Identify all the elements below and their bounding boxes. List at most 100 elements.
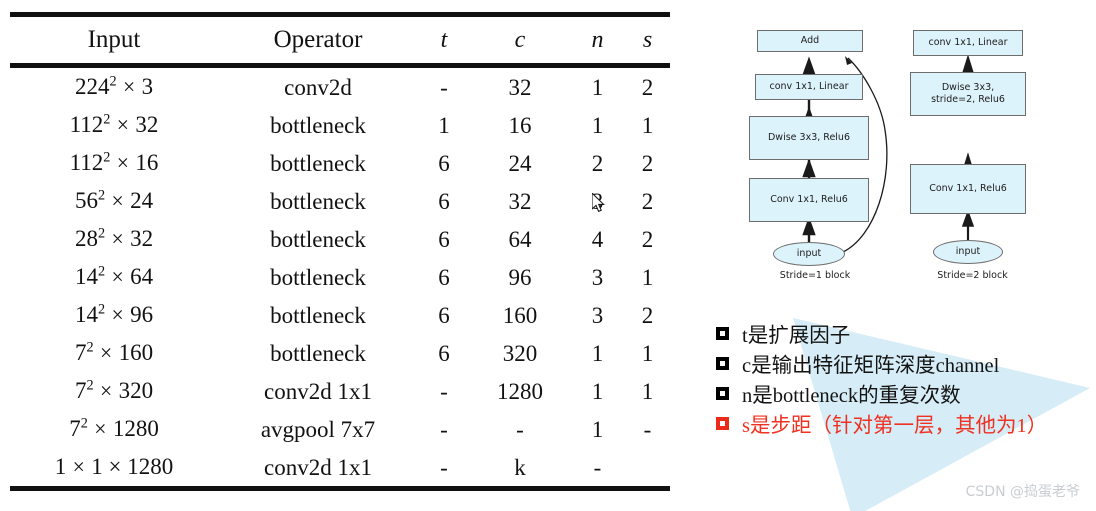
cell-c: 32 [508, 74, 532, 100]
stride1-node-dwise3x3-relu6[interactable]: Dwise 3x3, Relu6 [749, 116, 869, 160]
cell-t: 6 [438, 302, 450, 328]
table-row: 282 × 32 bottleneck 6 64 4 2 [10, 220, 670, 258]
stride2-node-conv1x1-linear[interactable]: conv 1x1, Linear [913, 30, 1023, 56]
cell-input: 72 × 160 [74, 339, 154, 365]
legend-note-item: s是步距（针对第一层，其他为1） [716, 408, 1047, 438]
cell-t: - [440, 74, 448, 100]
stride1-node-input[interactable]: input [773, 242, 845, 266]
cell-operator: conv2d 1x1 [264, 378, 372, 404]
cell-s: 1 [641, 264, 654, 290]
cell-n: 1 [591, 112, 604, 138]
legend-note-text: s是步距（针对第一层，其他为1） [742, 415, 1048, 437]
cell-n: 1 [591, 340, 604, 366]
table-row: 72 × 320 conv2d 1x1 - 1280 1 1 [10, 372, 670, 410]
cell-c: 320 [502, 340, 538, 366]
stride1-node-add[interactable]: Add [757, 30, 863, 52]
cell-operator: conv2d 1x1 [264, 454, 372, 480]
stride1-node-conv1x1-relu6[interactable]: Conv 1x1, Relu6 [749, 178, 869, 222]
cell-c: 64 [508, 226, 532, 252]
cell-n: 3 [591, 302, 604, 328]
cell-t: - [440, 454, 448, 480]
slide-canvas: Input Operator t c n s 2242 × 3 conv2d -32… [0, 0, 1096, 511]
stride2-node-dwise-label: Dwise 3x3, stride=2, Relu6 [931, 82, 1005, 105]
cell-s: 2 [641, 226, 654, 252]
square-bullet-icon [716, 326, 729, 340]
table-row: 1 × 1 × 1280 conv2d 1x1 - k - [10, 448, 670, 489]
cell-input: 72 × 1280 [69, 415, 159, 441]
table-body: 2242 × 3 conv2d -32 1 2 1122 × 32 bottleneck 1 1… [10, 68, 670, 489]
cell-c: 1280 [497, 378, 543, 404]
column-header-n: n [591, 27, 604, 53]
legend-note-item: c是输出特征矩阵深度channel [716, 348, 1047, 378]
column-header-input: Input [87, 26, 141, 53]
stride1-block-diagram: Add conv 1x1, Linear Dwise 3x3, Relu6 Co… [735, 30, 895, 290]
cell-t: - [440, 378, 448, 404]
table-head: Input Operator t c n s [10, 12, 670, 70]
cell-input: 562 × 24 [74, 187, 154, 213]
stride2-node-input[interactable]: input [933, 240, 1003, 264]
cell-operator: bottleneck [270, 112, 366, 138]
table-row: 1122 × 32 bottleneck 1 16 1 1 [10, 106, 670, 144]
table-row: 1122 × 16 bottleneck 6 24 2 2 [10, 144, 670, 182]
stride2-block-diagram: conv 1x1, Linear Dwise 3x3, stride=2, Re… [905, 30, 1040, 290]
cell-n: 1 [591, 416, 604, 442]
cell-operator: bottleneck [270, 226, 366, 252]
table-row: 142 × 64 bottleneck 6 96 3 1 [10, 258, 670, 296]
cell-n: 4 [591, 226, 604, 252]
cell-t: 6 [438, 226, 450, 252]
cell-c: 32 [508, 188, 532, 214]
watermark-text: CSDN @捣蛋老爷 [965, 484, 1080, 500]
cell-s: 2 [641, 74, 654, 100]
cell-t: 6 [438, 264, 450, 290]
column-header-c: c [514, 27, 526, 53]
table-row: 72 × 160 bottleneck 6 320 1 1 [10, 334, 670, 372]
cell-s [625, 448, 670, 489]
square-bullet-icon [716, 356, 729, 370]
cell-operator: bottleneck [270, 264, 366, 290]
cell-s: 1 [641, 112, 654, 138]
cell-operator: bottleneck [270, 340, 366, 366]
stride1-caption: Stride=1 block [779, 270, 851, 281]
cell-s: 2 [641, 150, 654, 176]
cell-t: 6 [438, 340, 450, 366]
cell-c: 16 [508, 112, 532, 138]
stride1-node-conv1x1-linear[interactable]: conv 1x1, Linear [755, 74, 863, 100]
table-row: 2242 × 3 conv2d - 32 1 2 [10, 68, 670, 106]
cell-s: 1 [641, 378, 654, 404]
legend-note-item: n是bottleneck的重复次数 [716, 378, 1047, 408]
cell-t: 1 [438, 112, 450, 138]
cell-t: 6 [438, 188, 450, 214]
stride2-node-dwise3x3-stride2-relu6[interactable]: Dwise 3x3, stride=2, Relu6 [910, 72, 1026, 116]
legend-note-text: c是输出特征矩阵深度channel [742, 355, 1000, 377]
architecture-table: Input Operator t c n s 2242 × 3 conv2d -32… [10, 12, 670, 493]
stride2-node-conv1x1-relu6[interactable]: Conv 1x1, Relu6 [910, 164, 1026, 214]
cell-n: 1 [591, 378, 604, 404]
cell-n: 3 [591, 188, 604, 214]
column-header-s: s [642, 27, 653, 53]
cell-t: - [440, 416, 448, 442]
cell-input: 1 × 1 × 1280 [54, 454, 174, 479]
legend-note-item: t是扩展因子 [716, 318, 1047, 348]
cell-s: - [643, 416, 652, 442]
cell-s: 1 [641, 340, 654, 366]
cell-c: - [516, 416, 524, 442]
stride2-caption: Stride=2 block [937, 270, 1008, 281]
cell-input: 282 × 32 [74, 225, 154, 251]
column-header-t: t [440, 27, 448, 53]
cell-n: 3 [591, 264, 604, 290]
column-header-operator: Operator [273, 26, 363, 53]
table-rule-bottom [10, 486, 670, 493]
table-header-row: Input Operator t c n s [10, 17, 670, 66]
architecture-table-container: Input Operator t c n s 2242 × 3 conv2d -32… [10, 12, 670, 493]
cell-input: 1122 × 32 [69, 111, 159, 137]
cell-c: 96 [508, 264, 532, 290]
square-bullet-icon [716, 416, 729, 430]
cell-input: 142 × 64 [74, 263, 154, 289]
cell-s: 2 [641, 302, 654, 328]
cell-operator: avgpool 7x7 [260, 416, 376, 442]
legend-note-text: n是bottleneck的重复次数 [742, 385, 961, 407]
cell-c: k [514, 454, 526, 480]
table-row: 562 × 24 bottleneck 6 32 3 2 [10, 182, 670, 220]
square-bullet-icon [716, 386, 729, 400]
cell-n: 1 [591, 74, 604, 100]
